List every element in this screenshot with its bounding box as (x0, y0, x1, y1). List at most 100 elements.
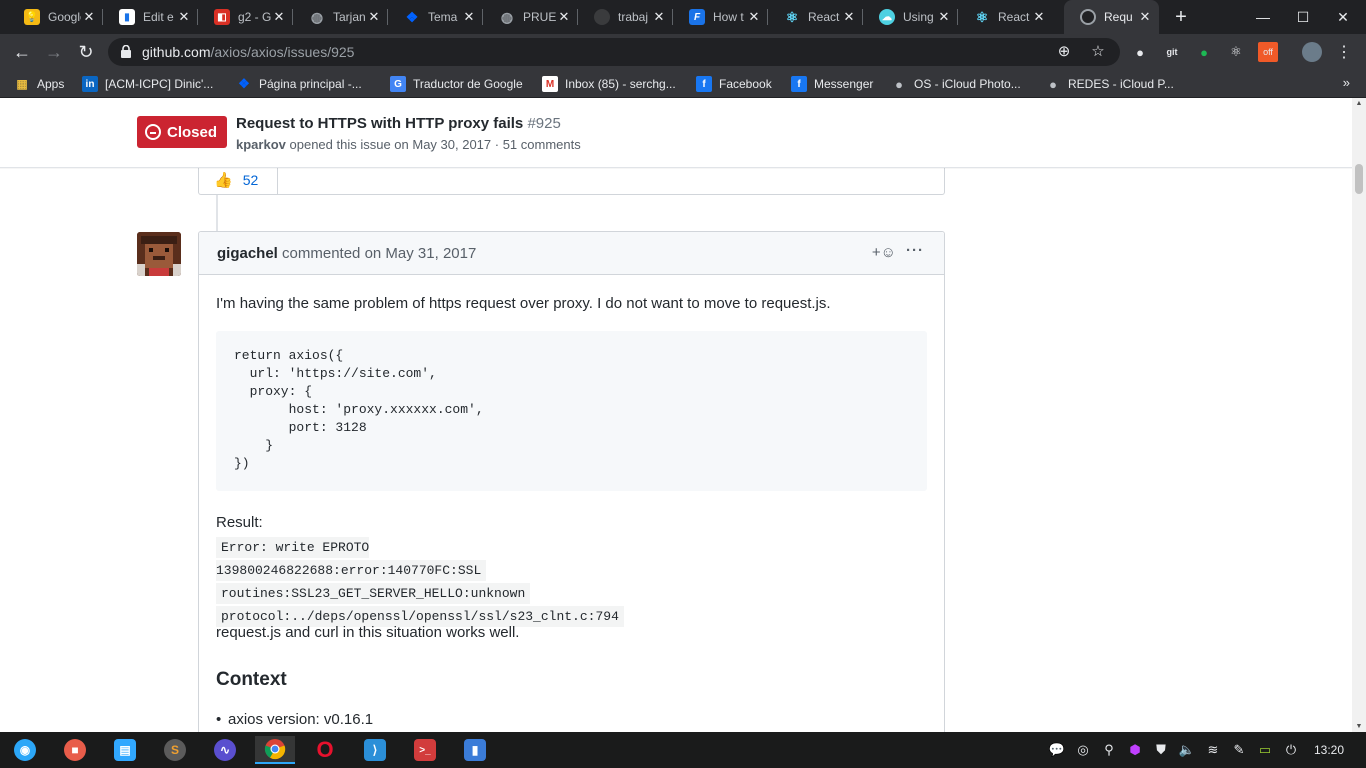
zoom-icon[interactable]: ⊕ (1054, 42, 1074, 62)
git-zip-icon[interactable]: git (1162, 42, 1182, 62)
close-tab-icon[interactable]: ✕ (1137, 9, 1153, 25)
close-tab-icon[interactable]: ✕ (746, 9, 762, 25)
bookmark-apps[interactable]: ▦ Apps (14, 75, 64, 93)
issue-state-label: Closed (167, 123, 218, 141)
tab-edit[interactable]: ▮ Edit e ✕ (103, 0, 198, 34)
tab-tarjan[interactable]: ◍ Tarjan ✕ (293, 0, 388, 34)
bookmark-acm[interactable]: in [ACM-ICPC] Dinic'... (82, 75, 213, 93)
close-tab-icon[interactable]: ✕ (556, 9, 572, 25)
taskbar-terminal[interactable]: >_ (405, 736, 445, 764)
tab-react-2[interactable]: ⚛ React ✕ (958, 0, 1053, 34)
close-tab-icon[interactable]: ✕ (461, 9, 477, 25)
react-devtools-icon[interactable]: ⚛ (1226, 42, 1246, 62)
volume-icon[interactable]: 🔈 (1178, 741, 1196, 759)
close-tab-icon[interactable]: ✕ (366, 9, 382, 25)
taskbar-screen-recorder[interactable]: ■ (55, 736, 95, 764)
chat-tray-icon[interactable]: 💬 (1048, 741, 1066, 759)
tab-react-1[interactable]: ⚛ React ✕ (768, 0, 863, 34)
reload-button[interactable]: ↻ (74, 40, 98, 64)
bookmark-inbox[interactable]: M Inbox (85) - serchg... (542, 75, 676, 93)
steam-tray-icon[interactable]: ◎ (1074, 741, 1092, 759)
close-tab-icon[interactable]: ✕ (1031, 9, 1047, 25)
tab-trabaj[interactable]: trabaj ✕ (578, 0, 673, 34)
os-taskbar: ◉ ■ ▤ S ∿ O ⟩ >_ ▮ 💬 ◎ ⚲ ⬢ ⛊ 🔈 ≋ ✎ ▭ ⏻ 1… (0, 732, 1366, 768)
google-keep-icon: 💡 (24, 9, 40, 25)
clock[interactable]: 13:20 (1314, 743, 1344, 757)
tab-title: Requ (1104, 10, 1133, 24)
tab-tema[interactable]: ❖ Tema ✕ (388, 0, 483, 34)
taskbar-vscode[interactable]: ⟩ (355, 736, 395, 764)
bookmark-label: Messenger (814, 77, 874, 91)
avatar[interactable] (137, 232, 181, 276)
issue-number: #925 (527, 115, 561, 132)
close-tab-icon[interactable]: ✕ (841, 9, 857, 25)
bookmark-traductor[interactable]: G Traductor de Google (390, 75, 523, 93)
app-tray-icon[interactable]: ⬢ (1126, 741, 1144, 759)
tab-g2[interactable]: ◧ g2 - G ✕ (198, 0, 293, 34)
back-button[interactable]: ← (10, 40, 34, 64)
close-tab-icon[interactable]: ✕ (81, 9, 97, 25)
bookmark-redes-icloud[interactable]: ● REDES - iCloud P... (1045, 75, 1174, 93)
bookmark-facebook[interactable]: f Facebook (696, 75, 772, 93)
issue-author-link[interactable]: kparkov (236, 137, 286, 152)
profile-avatar-icon[interactable] (1302, 42, 1322, 62)
shield-tray-icon[interactable]: ⛊ (1152, 741, 1170, 759)
tab-google[interactable]: 💡 Google ✕ (8, 0, 103, 34)
comment-paragraph: request.js and curl in this situation wo… (216, 624, 520, 641)
tab-request-active[interactable]: Requ ✕ (1064, 0, 1159, 34)
grammarly-icon[interactable]: ● (1194, 42, 1214, 62)
code-block: return axios({ url: 'https://site.com', … (216, 331, 927, 491)
thumbs-up-icon: 👍 (214, 171, 233, 189)
bookmark-pagina-principal[interactable]: ❖ Página principal -... (236, 75, 362, 93)
scrollbar-thumb[interactable] (1355, 164, 1363, 194)
new-tab-button[interactable]: + (1170, 6, 1192, 28)
tab-prue[interactable]: ◍ PRUE ✕ (483, 0, 578, 34)
close-tab-icon[interactable]: ✕ (176, 9, 192, 25)
taskbar-sublime[interactable]: S (155, 736, 195, 764)
taskbar-opera[interactable]: O (305, 736, 345, 764)
tab-using[interactable]: ☁ Using ✕ (863, 0, 958, 34)
url-path: /axios/axios/issues/925 (210, 44, 355, 60)
close-tab-icon[interactable]: ✕ (936, 9, 952, 25)
comment-author-link[interactable]: gigachel (217, 245, 278, 262)
extension-puzzle-icon[interactable]: ● (1130, 42, 1150, 62)
bookmarks-overflow-button[interactable]: » (1343, 75, 1350, 90)
add-reaction-icon[interactable]: +☺ (872, 244, 896, 261)
close-tab-icon[interactable]: ✕ (651, 9, 667, 25)
taskbar-file-manager[interactable]: ▮ (455, 736, 495, 764)
battery-icon[interactable]: ▭ (1256, 741, 1274, 759)
bookmark-star-icon[interactable]: ☆ (1088, 42, 1108, 62)
f-icon: F (689, 9, 705, 25)
close-tab-icon[interactable]: ✕ (271, 9, 287, 25)
power-icon[interactable]: ⏻ (1282, 741, 1300, 759)
forward-button[interactable]: → (42, 40, 66, 64)
brush-tray-icon[interactable]: ✎ (1230, 741, 1248, 759)
issue-meta-text: opened this issue on May 30, 2017 · 51 c… (289, 137, 581, 152)
off-extension-icon[interactable]: off (1258, 42, 1278, 62)
thumbs-up-reaction[interactable]: 👍 52 (198, 164, 278, 195)
bookmarks-bar: ▦ Apps in [ACM-ICPC] Dinic'... ❖ Página … (0, 70, 1366, 98)
close-window-button[interactable]: ✕ (1320, 0, 1366, 34)
bookmark-messenger[interactable]: f Messenger (791, 75, 873, 93)
page-scrollbar[interactable]: ▲ ▼ (1352, 98, 1366, 732)
comment-timestamp-link[interactable]: commented on May 31, 2017 (282, 245, 476, 262)
tab-title: Edit e (143, 10, 174, 24)
scroll-up-arrow-icon[interactable]: ▲ (1355, 100, 1363, 107)
issue-closed-icon (145, 124, 161, 140)
more-options-icon[interactable]: ··· (906, 242, 924, 259)
taskbar-launcher[interactable]: ◉ (5, 736, 45, 764)
usb-tray-icon[interactable]: ⚲ (1100, 741, 1118, 759)
scroll-down-arrow-icon[interactable]: ▼ (1355, 723, 1363, 730)
sublime-icon: S (164, 739, 186, 761)
tab-how[interactable]: F How t ✕ (673, 0, 768, 34)
taskbar-app-store[interactable]: ▤ (105, 736, 145, 764)
tab-title: PRUE (523, 10, 556, 24)
bookmark-label: OS - iCloud Photo... (914, 77, 1021, 91)
menu-kebab-icon[interactable]: ⋮ (1334, 42, 1354, 62)
taskbar-system-monitor[interactable]: ∿ (205, 736, 245, 764)
bookmark-os-icloud[interactable]: ● OS - iCloud Photo... (891, 75, 1021, 93)
wifi-icon[interactable]: ≋ (1204, 741, 1222, 759)
address-bar[interactable]: github.com/axios/axios/issues/925 ⊕ ☆ (108, 38, 1120, 66)
terminal-icon: >_ (414, 739, 436, 761)
taskbar-chrome[interactable] (255, 736, 295, 764)
